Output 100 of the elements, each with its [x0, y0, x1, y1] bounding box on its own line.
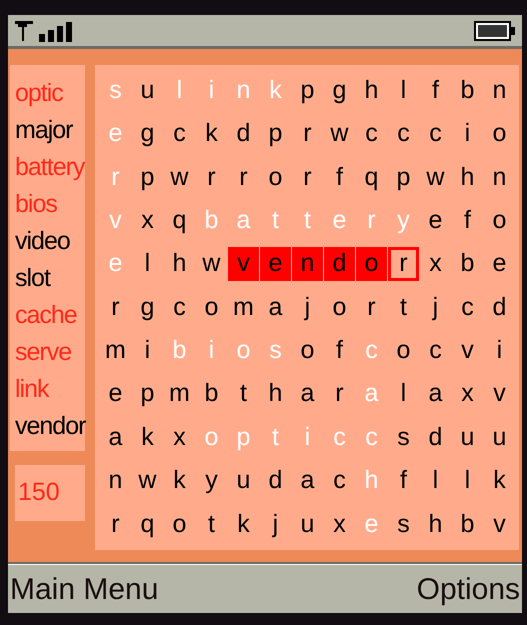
grid-letter[interactable]: p — [132, 160, 163, 194]
grid-letter[interactable]: a — [292, 377, 323, 412]
grid-letter[interactable]: b — [452, 247, 483, 282]
grid-letter[interactable]: t — [388, 290, 419, 324]
grid-letter[interactable]: a — [260, 290, 291, 324]
grid-letter[interactable]: d — [484, 290, 515, 324]
grid-letter[interactable]: c — [420, 117, 451, 152]
grid-letter[interactable]: o — [324, 290, 355, 324]
grid-letter[interactable]: a — [420, 377, 451, 412]
grid-letter[interactable]: g — [324, 74, 355, 108]
grid-letter[interactable]: c — [164, 117, 195, 152]
grid-letter[interactable]: j — [420, 290, 451, 324]
grid-letter[interactable]: o — [356, 247, 387, 282]
grid-letter[interactable]: i — [484, 334, 515, 368]
grid-letter[interactable]: n — [484, 74, 515, 108]
grid-letter[interactable]: q — [356, 160, 387, 194]
grid-letter[interactable]: l — [452, 464, 483, 498]
grid-letter[interactable]: e — [484, 247, 515, 282]
grid-letter[interactable]: d — [260, 464, 291, 498]
grid-letter[interactable]: f — [420, 74, 451, 108]
grid-letter[interactable]: o — [260, 160, 291, 194]
grid-letter[interactable]: r — [196, 160, 227, 194]
grid-letter[interactable]: s — [388, 420, 419, 455]
grid-letter[interactable]: c — [452, 290, 483, 324]
grid-letter[interactable]: j — [292, 290, 323, 324]
grid-letter[interactable]: q — [164, 204, 195, 238]
grid-letter[interactable]: b — [452, 507, 483, 542]
grid-letter[interactable]: k — [132, 420, 163, 455]
grid-letter[interactable]: a — [100, 420, 131, 455]
grid-letter[interactable]: e — [260, 247, 291, 282]
grid-letter[interactable]: r — [292, 117, 323, 152]
grid-letter[interactable]: u — [228, 464, 259, 498]
grid-letter[interactable]: n — [484, 160, 515, 194]
main-menu-softkey[interactable]: Main Menu — [10, 566, 158, 612]
grid-letter[interactable]: e — [100, 377, 131, 412]
grid-letter[interactable]: t — [196, 507, 227, 542]
grid-letter[interactable]: o — [164, 507, 195, 542]
grid-letter[interactable]: c — [164, 290, 195, 324]
grid-letter[interactable]: w — [324, 117, 355, 152]
grid-letter[interactable]: m — [228, 290, 259, 324]
grid-letter[interactable]: r — [388, 247, 419, 282]
grid-letter[interactable]: q — [132, 507, 163, 542]
grid-letter[interactable]: u — [132, 74, 163, 108]
grid-letter[interactable]: t — [228, 377, 259, 412]
grid-letter[interactable]: l — [388, 377, 419, 412]
grid-letter[interactable]: k — [228, 507, 259, 542]
grid-letter[interactable]: r — [292, 160, 323, 194]
grid-letter[interactable]: k — [484, 464, 515, 498]
grid-letter[interactable]: p — [260, 117, 291, 152]
grid-letter[interactable]: m — [164, 377, 195, 412]
grid-letter[interactable]: l — [388, 74, 419, 108]
grid-letter[interactable]: x — [324, 507, 355, 542]
grid-letter[interactable]: x — [452, 377, 483, 412]
grid-letter[interactable]: d — [324, 247, 355, 282]
grid-letter[interactable]: b — [196, 377, 227, 412]
grid-letter[interactable]: r — [100, 290, 131, 324]
grid-letter[interactable]: u — [484, 420, 515, 455]
grid-letter[interactable]: v — [484, 377, 515, 412]
grid-letter[interactable]: u — [452, 420, 483, 455]
grid-letter[interactable]: v — [484, 507, 515, 542]
grid-letter[interactable]: j — [260, 507, 291, 542]
grid-letter[interactable]: v — [452, 334, 483, 368]
grid-letter[interactable]: y — [196, 464, 227, 498]
grid-letter[interactable]: o — [292, 334, 323, 368]
grid-letter[interactable]: s — [388, 507, 419, 542]
grid-letter[interactable]: r — [228, 160, 259, 194]
grid-letter[interactable]: h — [164, 247, 195, 282]
grid-letter[interactable]: i — [132, 334, 163, 368]
grid-letter[interactable]: m — [100, 334, 131, 368]
grid-letter[interactable]: c — [356, 117, 387, 152]
grid-letter[interactable]: a — [292, 464, 323, 498]
grid-letter[interactable]: r — [100, 507, 131, 542]
grid-letter[interactable]: r — [324, 377, 355, 412]
grid-letter[interactable]: b — [452, 74, 483, 108]
grid-letter[interactable]: x — [420, 247, 451, 282]
grid-letter[interactable]: l — [420, 464, 451, 498]
grid-letter[interactable]: u — [292, 507, 323, 542]
grid-letter[interactable]: o — [196, 290, 227, 324]
grid-letter[interactable]: e — [420, 204, 451, 238]
options-softkey[interactable]: Options — [416, 566, 520, 612]
grid-letter[interactable]: h — [452, 160, 483, 194]
grid-letter[interactable]: x — [132, 204, 163, 238]
grid-letter[interactable]: f — [388, 464, 419, 498]
grid-letter[interactable]: c — [324, 464, 355, 498]
grid-letter[interactable]: h — [260, 377, 291, 412]
grid-letter[interactable]: k — [164, 464, 195, 498]
grid-letter[interactable]: f — [324, 160, 355, 194]
grid-letter[interactable]: w — [164, 160, 195, 194]
grid-letter[interactable]: g — [132, 290, 163, 324]
grid-letter[interactable]: i — [452, 117, 483, 152]
grid-letter[interactable]: p — [292, 74, 323, 108]
grid-letter[interactable]: l — [132, 247, 163, 282]
grid-letter[interactable]: v — [228, 247, 259, 282]
grid-letter[interactable]: c — [420, 334, 451, 368]
grid-letter[interactable]: f — [452, 204, 483, 238]
grid-letter[interactable]: f — [324, 334, 355, 368]
grid-letter[interactable]: w — [196, 247, 227, 282]
grid-letter[interactable]: g — [132, 117, 163, 152]
grid-letter[interactable]: p — [132, 377, 163, 412]
grid-letter[interactable]: p — [388, 160, 419, 194]
